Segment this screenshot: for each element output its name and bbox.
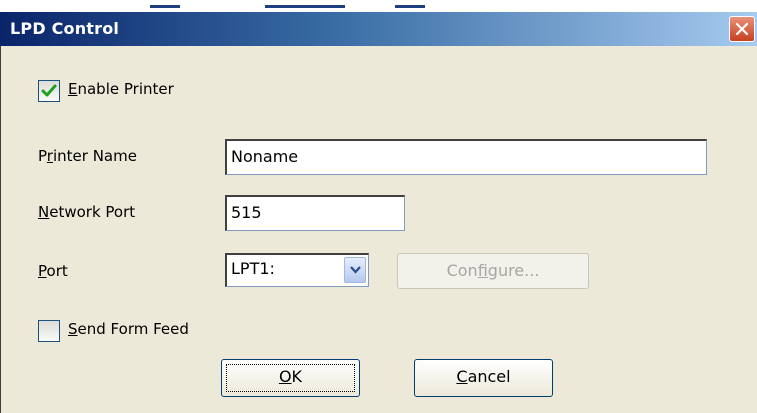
close-icon [735, 22, 749, 36]
lpd-control-dialog: LPD Control Enable Printer Printer Name … [0, 0, 757, 413]
checkmark-icon [41, 84, 57, 97]
network-port-label: Network Port [38, 203, 136, 221]
printer-name-input[interactable]: Noname [225, 139, 707, 175]
window-border [0, 46, 1, 413]
enable-printer-label[interactable]: Enable Printer [68, 80, 174, 98]
configure-button[interactable]: Configure... [397, 253, 589, 289]
ok-button[interactable]: OK [221, 359, 360, 397]
background-strip [0, 0, 757, 12]
cancel-button[interactable]: Cancel [414, 359, 553, 397]
network-port-input[interactable]: 515 [225, 195, 405, 231]
title-bar[interactable]: LPD Control [0, 12, 757, 46]
send-form-feed-label[interactable]: Send Form Feed [68, 320, 189, 338]
printer-name-label: Printer Name [38, 147, 137, 165]
chevron-down-icon [350, 266, 361, 274]
window-title: LPD Control [10, 19, 120, 38]
port-select[interactable]: LPT1: [225, 253, 369, 287]
send-form-feed-checkbox[interactable] [38, 320, 60, 342]
port-dropdown-button[interactable] [344, 257, 366, 283]
port-label: Port [38, 262, 68, 280]
enable-printer-checkbox[interactable] [38, 80, 60, 102]
close-button[interactable] [729, 16, 755, 42]
port-select-value: LPT1: [231, 259, 275, 278]
